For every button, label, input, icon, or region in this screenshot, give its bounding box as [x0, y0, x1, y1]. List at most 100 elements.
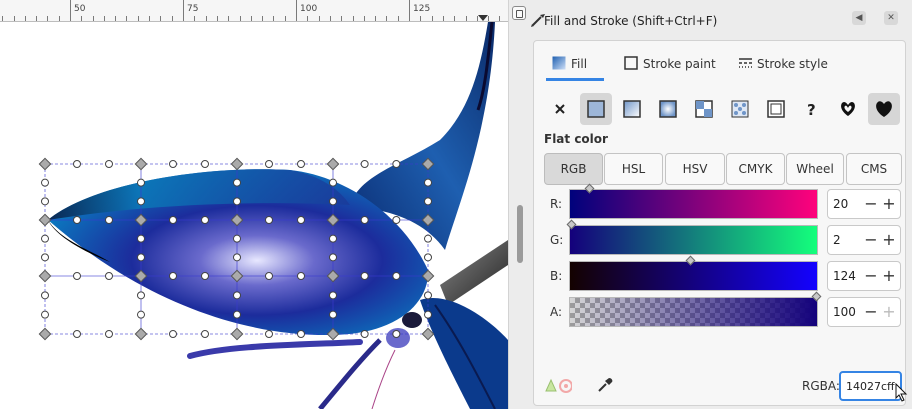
mesh-handle[interactable] [137, 310, 145, 319]
mesh-handle[interactable] [169, 160, 177, 168]
canvas-area[interactable]: 50 75 100 125 [0, 0, 508, 409]
mesh-handle[interactable] [73, 272, 81, 280]
mesh-handle[interactable] [73, 330, 81, 338]
mesh-handle[interactable] [265, 216, 273, 224]
slider-handle[interactable] [685, 255, 696, 266]
mesh-handle[interactable] [137, 253, 145, 262]
model-cms-button[interactable]: CMS [846, 153, 902, 185]
mesh-handle[interactable] [360, 216, 369, 224]
mesh-handle[interactable] [201, 216, 209, 224]
mesh-handle[interactable] [137, 178, 145, 187]
mesh-gradient-button[interactable] [688, 93, 720, 125]
radial-gradient-button[interactable] [652, 93, 684, 125]
pattern-button[interactable] [724, 93, 756, 125]
flat-color-button[interactable] [580, 93, 612, 125]
linear-gradient-button[interactable] [616, 93, 648, 125]
mesh-handle[interactable] [424, 234, 432, 243]
green-spinbox[interactable]: 2 − + [827, 225, 901, 255]
mesh-handle[interactable] [233, 197, 241, 206]
blue-slider[interactable] [569, 255, 818, 291]
alpha-spinbox[interactable]: 100 − + [827, 297, 901, 327]
model-wheel-button[interactable]: Wheel [786, 153, 844, 185]
mesh-handle[interactable] [137, 197, 145, 206]
mesh-handle[interactable] [297, 330, 305, 338]
mesh-corner-node[interactable] [230, 157, 244, 171]
mesh-handle[interactable] [424, 197, 432, 206]
mesh-handle[interactable] [233, 234, 241, 243]
increment-button[interactable]: + [881, 230, 897, 250]
slider-handle[interactable] [584, 183, 595, 194]
spin-value[interactable]: 20 [833, 197, 848, 211]
mesh-handle[interactable] [105, 272, 113, 280]
dock-toggle-icon[interactable] [512, 6, 526, 20]
vertical-scrollbar[interactable] [508, 0, 530, 409]
mesh-corner-node[interactable] [326, 157, 340, 171]
dragonfly-artwork[interactable] [0, 21, 508, 409]
red-spinbox[interactable]: 20 − + [827, 189, 901, 219]
mesh-handle[interactable] [169, 330, 177, 338]
mesh-corner-node[interactable] [38, 213, 52, 227]
mesh-handle[interactable] [233, 253, 241, 262]
close-panel-button[interactable]: ✕ [884, 11, 898, 25]
mesh-handle[interactable] [392, 160, 401, 168]
spin-value[interactable]: 124 [833, 269, 856, 283]
mesh-handle[interactable] [169, 272, 177, 280]
mesh-handle[interactable] [73, 216, 81, 224]
mesh-handle[interactable] [424, 178, 432, 187]
green-slider[interactable] [566, 219, 818, 255]
model-rgb-button[interactable]: RGB [544, 153, 603, 185]
mesh-handle[interactable] [329, 234, 337, 243]
mesh-handle[interactable] [41, 310, 49, 319]
mesh-handle[interactable] [424, 253, 432, 262]
fill-rule-nonzero-button[interactable] [868, 93, 900, 125]
mesh-handle[interactable] [329, 178, 337, 187]
mesh-handle[interactable] [201, 272, 209, 280]
mesh-handle[interactable] [233, 310, 241, 319]
model-hsv-button[interactable]: HSV [665, 153, 725, 185]
mesh-handle[interactable] [297, 216, 305, 224]
mesh-handle[interactable] [265, 330, 273, 338]
mesh-handle[interactable] [329, 310, 337, 319]
blue-spinbox[interactable]: 124 − + [827, 261, 901, 291]
scrollbar-thumb[interactable] [517, 205, 523, 263]
alpha-slider[interactable] [569, 291, 822, 327]
mesh-handle[interactable] [73, 160, 81, 168]
mesh-corner-node[interactable] [38, 269, 52, 283]
mesh-handle[interactable] [169, 216, 177, 224]
tab-stroke-paint[interactable]: Stroke paint [624, 47, 716, 81]
spin-value[interactable]: 100 [833, 305, 856, 319]
mesh-corner-node[interactable] [38, 327, 52, 341]
mesh-handle[interactable] [392, 330, 401, 338]
eyedropper-icon[interactable] [596, 376, 614, 394]
mesh-handle[interactable] [392, 272, 401, 280]
mesh-handle[interactable] [137, 234, 145, 243]
mesh-handle[interactable] [329, 291, 337, 300]
mesh-handle[interactable] [424, 310, 432, 319]
mesh-handle[interactable] [41, 178, 49, 187]
mesh-handle[interactable] [137, 291, 145, 300]
no-paint-button[interactable] [544, 93, 576, 125]
decrement-button[interactable]: − [863, 302, 879, 322]
spin-value[interactable]: 2 [833, 233, 841, 247]
mesh-handle[interactable] [265, 160, 273, 168]
decrement-button[interactable]: − [863, 194, 879, 214]
swatch-button[interactable] [760, 93, 792, 125]
mesh-handle[interactable] [329, 253, 337, 262]
mesh-corner-node[interactable] [38, 157, 52, 171]
mesh-handle[interactable] [360, 160, 369, 168]
mesh-handle[interactable] [41, 197, 49, 206]
mesh-handle[interactable] [265, 272, 273, 280]
slider-handle[interactable] [811, 291, 822, 302]
mesh-handle[interactable] [105, 160, 113, 168]
tab-stroke-style[interactable]: Stroke style [738, 47, 828, 81]
mesh-corner-node[interactable] [134, 157, 148, 171]
mesh-handle[interactable] [41, 253, 49, 262]
decrement-button[interactable]: − [863, 266, 879, 286]
mesh-handle[interactable] [105, 330, 113, 338]
mesh-corner-node[interactable] [230, 327, 244, 341]
mesh-handle[interactable] [201, 160, 209, 168]
increment-button[interactable]: + [881, 266, 897, 286]
horizontal-ruler[interactable]: 50 75 100 125 [0, 0, 508, 22]
mesh-handle[interactable] [233, 178, 241, 187]
mesh-handle[interactable] [105, 216, 113, 224]
